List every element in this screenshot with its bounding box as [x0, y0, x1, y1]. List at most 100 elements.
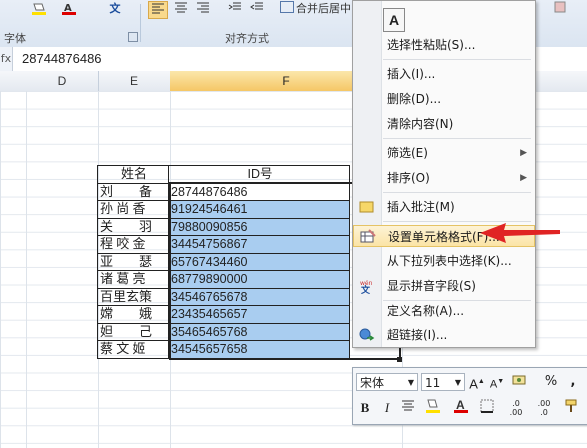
menu-item-define-name[interactable]: 定义名称(A)...: [353, 300, 535, 322]
format-painter-button[interactable]: [563, 398, 581, 420]
menu-separator: [383, 59, 531, 60]
menu-item-label: 删除(D)...: [387, 92, 442, 106]
bold-button[interactable]: B: [357, 399, 373, 417]
font-color-button[interactable]: A: [451, 397, 471, 421]
id-header-cell[interactable]: ID号: [168, 165, 350, 184]
name-header-cell[interactable]: 姓名: [97, 165, 169, 184]
decrease-decimal-button[interactable]: .00.0: [533, 399, 555, 417]
increase-indent-button[interactable]: [248, 1, 266, 17]
font-name-select[interactable]: 宋体 ▼: [356, 373, 418, 391]
chevron-down-icon: ▼: [407, 378, 414, 387]
center-align-button[interactable]: [399, 399, 417, 417]
menu-item-label: 筛选(E): [387, 146, 428, 160]
name-cell[interactable]: 孙 尚 香: [97, 200, 169, 219]
menu-item-sort[interactable]: 排序(O) ▶: [353, 167, 535, 189]
name-cell[interactable]: 诸 葛 亮: [97, 270, 169, 289]
id-cell[interactable]: 34546765678: [168, 287, 350, 306]
table-header-row: 姓名 ID号: [97, 165, 350, 184]
name-cell[interactable]: 蔡 文 姬: [97, 340, 169, 359]
percent-button[interactable]: %: [543, 373, 559, 391]
column-header-e[interactable]: E: [98, 71, 171, 91]
id-cell[interactable]: 28744876486: [168, 182, 350, 201]
gridline: [26, 91, 27, 448]
phonetic-button[interactable]: 文: [104, 1, 126, 17]
table-row: 蔡 文 姬 34545657658: [97, 340, 350, 359]
menu-item-insert[interactable]: 插入(I)...: [353, 63, 535, 85]
font-color-button[interactable]: A: [58, 2, 80, 18]
id-cell[interactable]: 65767434460: [168, 252, 350, 271]
menu-separator: [383, 192, 531, 193]
paste-option-icon[interactable]: A: [383, 8, 405, 32]
name-cell[interactable]: 关 羽: [97, 217, 169, 236]
hyperlink-icon: [359, 327, 375, 343]
name-cell[interactable]: 亚 瑟: [97, 252, 169, 271]
align-group-label: 对齐方式: [225, 32, 269, 45]
id-cell[interactable]: 91924546461: [168, 200, 350, 219]
id-cell[interactable]: 34454756867: [168, 235, 350, 254]
align-center-button[interactable]: [172, 1, 190, 17]
table-row: 诸 葛 亮 68779890000: [97, 270, 350, 289]
merge-label: 合并后居中: [296, 2, 351, 15]
svg-text:文: 文: [360, 284, 371, 294]
fill-color-icon: [426, 399, 440, 413]
comma-button[interactable]: ,: [567, 373, 579, 391]
decrease-indent-button[interactable]: [226, 1, 244, 17]
menu-item-filter[interactable]: 筛选(E) ▶: [353, 142, 535, 164]
font-dialog-launcher-icon[interactable]: [128, 32, 138, 42]
align-center-icon: [175, 2, 187, 13]
table-row: 妲 己 35465465768: [97, 322, 350, 341]
id-cell[interactable]: 35465465768: [168, 322, 350, 341]
name-cell[interactable]: 刘 备: [97, 182, 169, 201]
name-cell[interactable]: 嫦 娥: [97, 305, 169, 324]
fx-icon[interactable]: fx: [0, 47, 13, 71]
menu-item-pick-from-list[interactable]: 从下拉列表中选择(K)...: [353, 250, 535, 272]
outdent-icon: [250, 2, 263, 10]
context-menu: A 选择性粘贴(S)... 插入(I)... 删除(D)... 清除内容(N) …: [352, 0, 536, 348]
table-row: 刘 备 28744876486: [97, 182, 350, 201]
align-left-button[interactable]: [148, 1, 168, 19]
formula-input[interactable]: 28744876486: [22, 47, 102, 71]
menu-item-show-phonetic[interactable]: wén 文 显示拼音字段(S): [353, 275, 535, 297]
fill-handle[interactable]: [397, 357, 402, 362]
id-cell[interactable]: 79880090856: [168, 217, 350, 236]
merge-center-button[interactable]: 合并后居中: [280, 1, 352, 17]
id-cell[interactable]: 23435465657: [168, 305, 350, 324]
table-row: 关 羽 79880090856: [97, 217, 350, 236]
font-name-value: 宋体: [360, 376, 385, 390]
styles-button[interactable]: [552, 1, 568, 17]
menu-item-label: 排序(O): [387, 171, 430, 185]
fill-color-button[interactable]: [423, 397, 443, 421]
grow-font-button[interactable]: A▲: [469, 373, 485, 393]
align-right-button[interactable]: [194, 1, 212, 17]
submenu-arrow-icon: ▶: [520, 173, 527, 183]
red-arrow-annotation: [480, 223, 560, 243]
fill-color-icon: [32, 3, 46, 15]
font-size-value: 11: [425, 376, 441, 390]
comment-icon: [359, 199, 375, 215]
column-header-d[interactable]: D: [26, 71, 99, 91]
menu-item-label: 超链接(I)...: [387, 328, 448, 342]
merge-icon: [280, 1, 294, 13]
menu-item-delete[interactable]: 删除(D)...: [353, 88, 535, 110]
menu-item-paste-special[interactable]: 选择性粘贴(S)...: [353, 34, 535, 56]
menu-item-insert-comment[interactable]: 插入批注(M): [353, 196, 535, 218]
align-center-icon: [402, 400, 414, 411]
shrink-font-button[interactable]: A▼: [489, 373, 505, 394]
id-cell[interactable]: 68779890000: [168, 270, 350, 289]
fill-color-button[interactable]: [28, 2, 50, 18]
table-row: 程 咬 金 34454756867: [97, 235, 350, 254]
name-cell[interactable]: 妲 己: [97, 322, 169, 341]
id-cell[interactable]: 34545657658: [168, 340, 350, 359]
name-cell[interactable]: 百里玄策: [97, 287, 169, 306]
italic-button[interactable]: I: [379, 399, 395, 417]
menu-item-hyperlink[interactable]: 超链接(I)...: [353, 324, 535, 346]
menu-item-clear-contents[interactable]: 清除内容(N): [353, 113, 535, 135]
table-row: 百里玄策 34546765678: [97, 287, 350, 306]
borders-button[interactable]: [479, 399, 497, 419]
menu-item-label: 从下拉列表中选择(K)...: [387, 254, 512, 268]
font-size-select[interactable]: 11 ▼: [421, 373, 465, 391]
increase-decimal-button[interactable]: .0.00: [505, 399, 527, 417]
format-painter-icon: [565, 399, 577, 412]
name-cell[interactable]: 程 咬 金: [97, 235, 169, 254]
number-format-button[interactable]: [511, 373, 529, 393]
